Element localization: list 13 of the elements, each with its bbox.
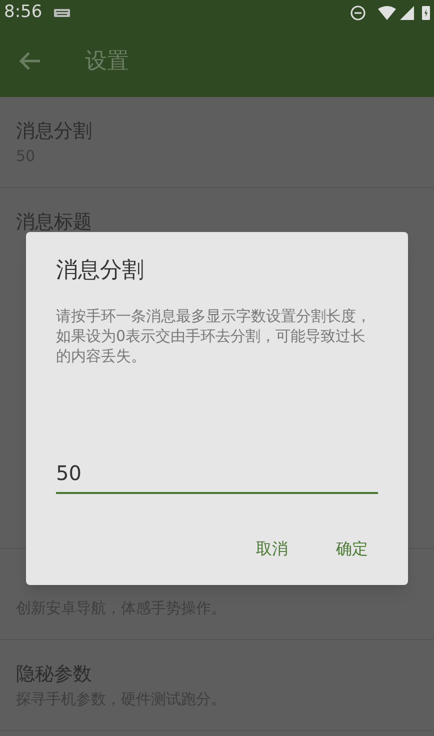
input-field[interactable]: 50 <box>56 458 378 494</box>
toolbar-title: 设置 <box>85 48 129 76</box>
dialog-button[interactable]: 取消 <box>252 533 292 565</box>
dialog-button[interactable]: 确定 <box>332 533 372 565</box>
signal-icon <box>400 6 414 20</box>
do-not-disturb-icon <box>350 4 366 20</box>
status-time: 8:56 <box>4 0 42 24</box>
keyboard-icon <box>54 8 70 16</box>
wifi-icon <box>378 6 396 20</box>
battery-icon <box>422 5 430 20</box>
dialog-message: 请按手环一条消息最多显示字数设置分割长度，如果设为0表示交由手环去分割，可能导致过长的内容丢失。 <box>56 306 372 366</box>
dialog-title: 消息分割 <box>56 257 144 285</box>
back-arrow-icon[interactable] <box>19 51 41 71</box>
